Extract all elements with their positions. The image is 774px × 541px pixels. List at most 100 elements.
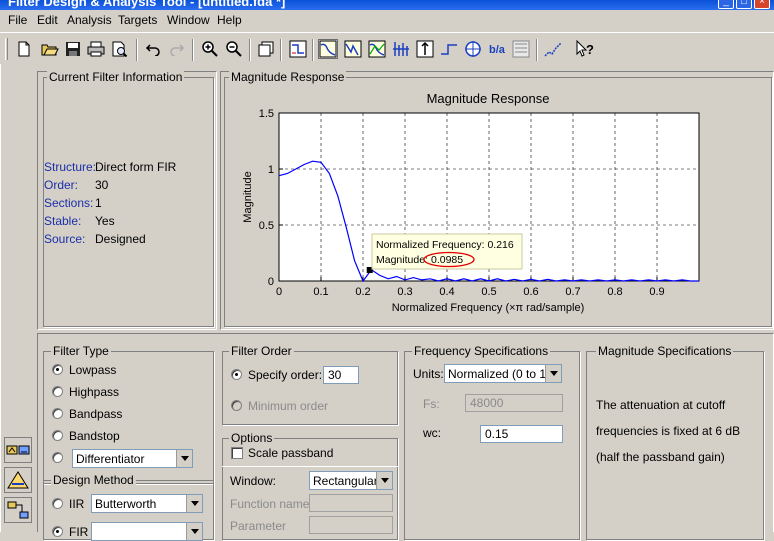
toolbar-separator xyxy=(280,39,282,61)
magnitude-response-chart[interactable]: Magnitude Response 0 0.1 0.2 0.3 0.4 0.5 0.6 0.… xyxy=(225,84,771,324)
parameter-input[interactable] xyxy=(309,516,393,534)
phase-response-icon[interactable] xyxy=(343,39,363,59)
lowpass-radio[interactable] xyxy=(52,364,63,375)
y-axis-label: Magnitude xyxy=(242,171,254,222)
print-preview-icon[interactable] xyxy=(110,39,130,59)
iir-radio[interactable] xyxy=(52,498,63,509)
minimum-order-label[interactable]: Minimum order xyxy=(248,399,328,413)
scale-passband-label[interactable]: Scale passband xyxy=(248,446,333,460)
zoom-in-icon[interactable] xyxy=(200,39,220,59)
chart-title: Magnitude Response xyxy=(427,91,550,106)
info-source-value: Designed xyxy=(95,232,146,246)
filter-coefficients-icon[interactable]: b/a xyxy=(487,39,507,59)
svg-text:?: ? xyxy=(586,42,594,57)
transform-filter-icon[interactable] xyxy=(4,467,32,493)
fs-input[interactable]: 48000 xyxy=(465,394,563,412)
magnitude-response-icon[interactable] xyxy=(318,39,338,59)
filter-information-icon[interactable] xyxy=(511,39,531,59)
datatip-frequency: Normalized Frequency: 0.216 xyxy=(376,239,514,251)
chevron-down-icon[interactable] xyxy=(545,365,561,382)
redo-icon[interactable] xyxy=(167,39,187,59)
print-icon[interactable] xyxy=(86,39,106,59)
iir-method-select[interactable]: Butterworth xyxy=(91,494,203,513)
chevron-down-icon[interactable] xyxy=(186,495,202,512)
undo-icon[interactable] xyxy=(143,39,163,59)
group-delay-icon[interactable] xyxy=(391,39,411,59)
options-title: Options xyxy=(229,431,275,445)
wc-input[interactable]: 0.15 xyxy=(480,425,563,443)
filter-type-title: Filter Type xyxy=(51,344,111,358)
datatip[interactable]: Normalized Frequency: 0.216 Magnitude: 0… xyxy=(371,233,523,270)
close-button[interactable]: × xyxy=(754,0,770,9)
pole-zero-icon[interactable] xyxy=(463,39,483,59)
open-icon[interactable] xyxy=(40,39,60,59)
units-select-value: Normalized (0 to 1) xyxy=(448,367,551,381)
datatip-magnitude-value: 0.0985 xyxy=(431,254,463,266)
step-response-icon[interactable] xyxy=(439,39,459,59)
menu-targets[interactable]: Targets xyxy=(118,13,157,27)
units-select[interactable]: Normalized (0 to 1) xyxy=(444,364,562,383)
y-tick-label: 1 xyxy=(268,164,274,176)
fir-label[interactable]: FIR xyxy=(69,525,88,539)
options-divider xyxy=(222,466,398,467)
specify-order-label[interactable]: Specify order: xyxy=(248,368,322,382)
order-input[interactable]: 30 xyxy=(323,366,359,384)
info-structure-key: Structure: xyxy=(44,160,97,174)
x-tick-label: 0.8 xyxy=(607,286,622,298)
filter-specifications-icon[interactable] xyxy=(288,39,308,59)
minimize-button[interactable]: _ xyxy=(718,0,734,9)
function-name-label: Function name: xyxy=(230,497,313,511)
toolbar-separator xyxy=(536,39,538,61)
minimum-order-radio[interactable] xyxy=(231,400,242,411)
window-select[interactable]: Rectangular xyxy=(309,471,393,490)
highpass-radio[interactable] xyxy=(52,386,63,397)
x-tick-label: 0.3 xyxy=(397,286,412,298)
function-name-input[interactable] xyxy=(309,494,393,512)
save-icon[interactable] xyxy=(63,39,83,59)
magnitude-phase-icon[interactable] xyxy=(367,39,387,59)
filter-type-select-value: Differentiator xyxy=(76,452,145,466)
filter-type-select[interactable]: Differentiator xyxy=(72,449,193,468)
info-stable-value: Yes xyxy=(95,214,115,228)
info-order-value: 30 xyxy=(95,178,109,192)
bandstop-label[interactable]: Bandstop xyxy=(69,429,120,443)
new-icon[interactable] xyxy=(14,39,34,59)
bandpass-label[interactable]: Bandpass xyxy=(69,407,122,421)
maximize-button[interactable]: □ xyxy=(736,0,752,9)
window-title: Filter Design & Analysis Tool - [untitle… xyxy=(8,0,286,9)
chevron-down-icon[interactable] xyxy=(376,472,392,489)
full-view-icon[interactable] xyxy=(256,39,276,59)
menu-file[interactable]: File xyxy=(8,13,27,27)
units-label: Units: xyxy=(413,367,444,381)
toolbar-separator xyxy=(249,39,251,61)
y-tick-label: 0 xyxy=(268,276,274,288)
impulse-response-icon[interactable] xyxy=(415,39,435,59)
design-filter-icon[interactable] xyxy=(4,437,32,463)
window-select-value: Rectangular xyxy=(313,474,378,488)
menu-help[interactable]: Help xyxy=(217,13,242,27)
frequency-specs-title: Frequency Specifications xyxy=(412,344,551,358)
menu-bar: File Edit Analysis Targets Window Help xyxy=(0,10,774,32)
info-structure-value: Direct form FIR xyxy=(95,160,177,174)
menu-window[interactable]: Window xyxy=(167,13,210,27)
realize-model-icon[interactable] xyxy=(4,497,32,523)
bandpass-radio[interactable] xyxy=(52,408,63,419)
whats-this-icon[interactable]: ? xyxy=(576,39,596,59)
specify-order-radio[interactable] xyxy=(231,369,242,380)
x-axis-label: Normalized Frequency (×π rad/sample) xyxy=(392,302,585,314)
chevron-down-icon[interactable] xyxy=(176,450,192,467)
menu-analysis[interactable]: Analysis xyxy=(67,13,112,27)
x-tick-label: 0.9 xyxy=(649,286,664,298)
scale-passband-checkbox[interactable] xyxy=(231,447,243,459)
lowpass-label[interactable]: Lowpass xyxy=(69,363,116,377)
parameter-label: Parameter xyxy=(230,519,287,533)
x-tick-label: 0.2 xyxy=(355,286,370,298)
bandstop-radio[interactable] xyxy=(52,430,63,441)
highpass-label[interactable]: Highpass xyxy=(69,385,119,399)
menu-edit[interactable]: Edit xyxy=(37,13,58,27)
other-type-radio[interactable] xyxy=(52,452,63,463)
zoom-out-icon[interactable] xyxy=(224,39,244,59)
toolbar: b/a ? xyxy=(0,32,774,64)
iir-label[interactable]: IIR xyxy=(69,497,84,511)
datatip-icon[interactable] xyxy=(543,39,563,59)
